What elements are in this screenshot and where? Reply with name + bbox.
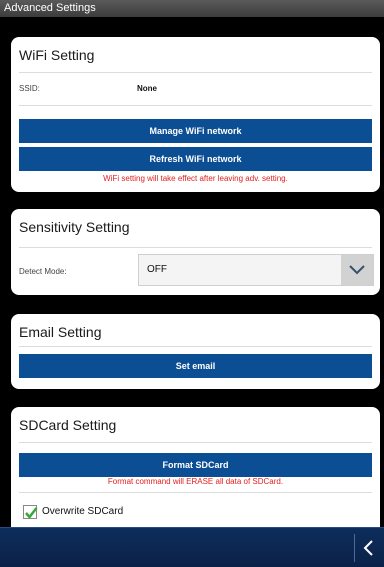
checkmark-icon xyxy=(25,507,38,519)
refresh-wifi-button[interactable]: Refresh WiFi network xyxy=(19,147,372,171)
sdcard-setting-title: SDCard Setting xyxy=(19,417,117,433)
wifi-setting-title: WiFi Setting xyxy=(19,47,95,63)
window-title: Advanced Settings xyxy=(0,0,384,17)
set-email-button[interactable]: Set email xyxy=(19,354,372,378)
format-sdcard-button[interactable]: Format SDCard xyxy=(19,453,372,477)
back-chevron-icon[interactable] xyxy=(360,538,378,558)
wifi-warning-text: WiFi setting will take effect after leav… xyxy=(103,174,288,183)
detect-mode-label: Detect Mode: xyxy=(19,267,67,276)
settings-content[interactable]: WiFi Setting SSID: None Manage WiFi netw… xyxy=(0,17,384,527)
detect-mode-value: OFF xyxy=(147,264,167,275)
email-setting-title: Email Setting xyxy=(19,324,102,340)
navigation-bar xyxy=(0,527,384,567)
detect-mode-select[interactable]: OFF xyxy=(138,254,374,286)
email-setting-card: Email Setting Set email xyxy=(11,314,380,389)
sdcard-warning-text: Format command will ERASE all data of SD… xyxy=(107,477,284,486)
manage-wifi-button[interactable]: Manage WiFi network xyxy=(19,119,372,143)
overwrite-sdcard-checkbox[interactable] xyxy=(23,505,38,519)
chevron-down-icon[interactable] xyxy=(341,255,373,285)
ssid-value: None xyxy=(137,84,157,93)
nav-divider xyxy=(354,534,355,562)
overwrite-sdcard-label: Overwrite SDCard xyxy=(42,506,124,517)
ssid-label: SSID: xyxy=(19,84,40,93)
divider xyxy=(19,72,372,73)
divider xyxy=(19,247,372,248)
divider xyxy=(19,492,372,493)
sensitivity-setting-title: Sensitivity Setting xyxy=(19,219,130,235)
divider xyxy=(19,105,372,106)
wifi-setting-card: WiFi Setting SSID: None Manage WiFi netw… xyxy=(11,37,380,192)
sensitivity-setting-card: Sensitivity Setting Detect Mode: OFF xyxy=(11,209,380,295)
divider xyxy=(19,346,372,347)
sdcard-setting-card: SDCard Setting Format SDCard Format comm… xyxy=(11,407,380,527)
divider xyxy=(19,442,372,443)
